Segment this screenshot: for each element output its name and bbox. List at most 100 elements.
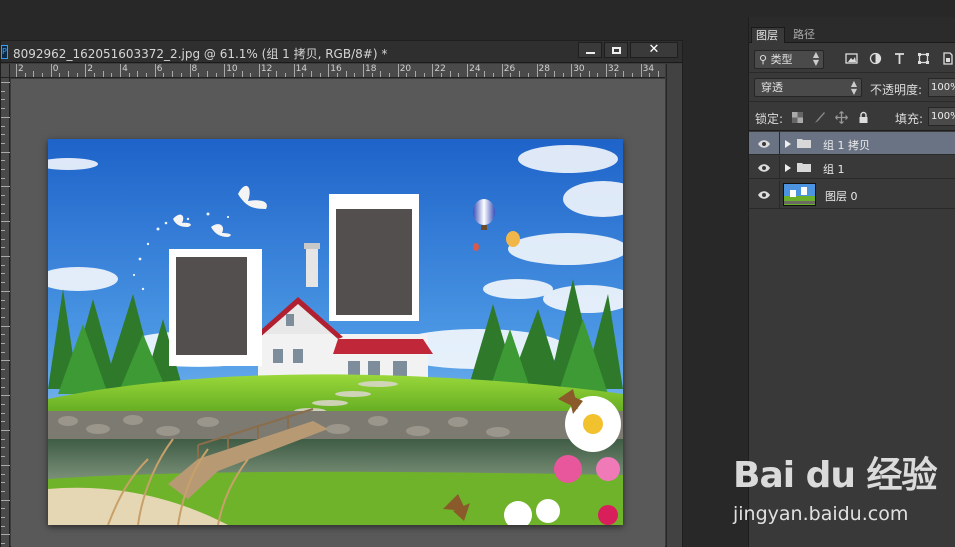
ruler-major-tick xyxy=(120,64,122,77)
document-tab[interactable]: Ps 8092962_162051603372_2.jpg @ 61.1% (组… xyxy=(1,41,682,63)
ruler-minor-tick xyxy=(441,73,443,77)
horizontal-ruler[interactable]: 2 0 2 4 6 8 10 12 14 16 18 20 22 24 26 28 30 32 34 xyxy=(10,64,665,78)
ruler-major-tick xyxy=(363,64,364,77)
minimize-button[interactable] xyxy=(578,42,602,58)
ruler-minor-tick xyxy=(406,73,408,77)
close-button[interactable]: ✕ xyxy=(630,42,678,58)
baidu-watermark: Bai du 经验 jingyan.baidu.com xyxy=(733,446,943,530)
visibility-eye-icon[interactable] xyxy=(757,139,771,149)
ruler-label: 4 xyxy=(122,64,128,74)
scenery-image xyxy=(48,139,623,525)
expand-triangle-icon[interactable] xyxy=(785,140,791,148)
ruler-minor-tick xyxy=(111,73,113,77)
ruler-minor-tick xyxy=(1,299,5,301)
ruler-minor-tick xyxy=(1,430,10,431)
maximize-button[interactable] xyxy=(604,42,628,58)
ruler-minor-tick xyxy=(1,290,10,292)
ruler-minor-tick xyxy=(1,543,5,545)
layer-row-background[interactable]: 图层 0 xyxy=(749,180,955,209)
blend-mode-select[interactable]: 穿透 ▲ ▼ xyxy=(754,78,862,97)
ruler-minor-tick xyxy=(1,247,5,249)
ruler-minor-tick xyxy=(163,73,165,77)
baidu-jingyan-logo: Bai du 经验 xyxy=(733,455,938,496)
folder-icon xyxy=(797,139,811,148)
ruler-label: 2 xyxy=(87,64,94,74)
ruler-minor-tick xyxy=(267,73,269,77)
ruler-minor-tick xyxy=(59,73,61,77)
canvas-image[interactable] xyxy=(48,139,623,525)
ruler-minor-tick xyxy=(1,343,5,344)
shape-filter-icon[interactable] xyxy=(917,52,930,65)
visibility-eye-icon[interactable] xyxy=(757,190,771,200)
adjustment-filter-icon[interactable] xyxy=(869,52,882,65)
ruler-origin[interactable] xyxy=(1,64,10,78)
layer-row-group[interactable]: 组 1 xyxy=(749,156,955,179)
select-arrows-icon: ▲ ▼ xyxy=(850,79,857,96)
ruler-minor-tick xyxy=(215,73,217,77)
select-arrows-icon: ▲ ▼ xyxy=(812,50,819,67)
ruler-minor-tick xyxy=(1,456,5,458)
ruler-major-tick xyxy=(328,64,330,77)
ruler-major-tick xyxy=(16,64,17,77)
ruler-minor-tick xyxy=(1,308,5,310)
ruler-minor-tick xyxy=(597,73,599,77)
layer-name: 组 1 拷贝 xyxy=(823,139,870,152)
ruler-minor-tick xyxy=(241,71,243,77)
ruler-label: 6 xyxy=(156,64,163,74)
fill-input[interactable]: 100% xyxy=(928,107,955,126)
ruler-minor-tick xyxy=(302,73,304,77)
ruler-minor-tick xyxy=(1,125,5,127)
tab-layers[interactable]: 图层 xyxy=(751,27,785,43)
opacity-input[interactable]: 100% xyxy=(928,78,955,97)
divider xyxy=(779,180,780,208)
ruler-minor-tick xyxy=(1,221,10,223)
ruler-minor-tick xyxy=(371,73,373,77)
blend-row: 穿透 ▲▼ 不透明度: 100% xyxy=(749,74,955,102)
tab-paths[interactable]: 路径 xyxy=(789,27,819,43)
ruler-minor-tick xyxy=(493,73,495,77)
ruler-major-tick xyxy=(640,64,642,77)
ruler-minor-tick xyxy=(458,73,460,77)
lock-transparent-pixels-icon[interactable] xyxy=(791,111,804,124)
filter-type-label: 类型 xyxy=(770,53,793,66)
ruler-minor-tick xyxy=(1,186,10,188)
folder-icon xyxy=(797,163,811,172)
ruler-minor-tick xyxy=(1,134,5,136)
watermark-url: jingyan.baidu.com xyxy=(733,503,909,525)
ruler-minor-tick xyxy=(1,282,5,284)
ruler-minor-tick xyxy=(310,71,312,77)
ruler-minor-tick xyxy=(354,73,356,77)
ruler-minor-tick xyxy=(68,71,70,77)
lock-all-icon[interactable] xyxy=(857,111,870,124)
lock-image-pixels-icon[interactable] xyxy=(813,111,826,124)
ruler-minor-tick xyxy=(1,82,10,83)
lock-position-icon[interactable] xyxy=(835,111,848,124)
ruler-minor-tick xyxy=(42,73,44,77)
ruler-minor-tick xyxy=(1,403,5,405)
ruler-minor-tick xyxy=(649,73,651,77)
ruler-minor-tick xyxy=(250,73,252,77)
ruler-minor-tick xyxy=(128,73,130,77)
smart-object-filter-icon[interactable] xyxy=(941,52,954,65)
ruler-minor-tick xyxy=(527,73,529,77)
ruler-minor-tick xyxy=(1,377,5,379)
text-filter-icon[interactable] xyxy=(893,52,906,65)
ruler-major-tick xyxy=(397,64,399,77)
visibility-eye-icon[interactable] xyxy=(757,163,771,173)
ruler-minor-tick xyxy=(284,73,286,77)
expand-triangle-icon[interactable] xyxy=(785,164,791,172)
blend-mode-value: 穿透 xyxy=(761,81,783,94)
vertical-scrollbar[interactable] xyxy=(666,64,682,547)
image-filter-icon[interactable] xyxy=(845,52,858,65)
ruler-minor-tick xyxy=(1,229,5,231)
ruler-minor-tick xyxy=(623,71,625,77)
layer-name: 组 1 xyxy=(823,163,845,176)
document-title: 8092962_162051603372_2.jpg @ 61.1% (组 1 … xyxy=(13,47,388,61)
ruler-minor-tick xyxy=(94,73,96,77)
vertical-ruler[interactable] xyxy=(1,78,10,547)
layer-row-group-copy[interactable]: 组 1 拷贝 xyxy=(749,132,955,155)
ruler-minor-tick xyxy=(1,412,5,414)
ruler-minor-tick xyxy=(146,73,148,77)
filter-type-select[interactable]: ⚲ 类型 ▲ ▼ xyxy=(754,50,824,69)
ruler-minor-tick xyxy=(1,169,5,170)
